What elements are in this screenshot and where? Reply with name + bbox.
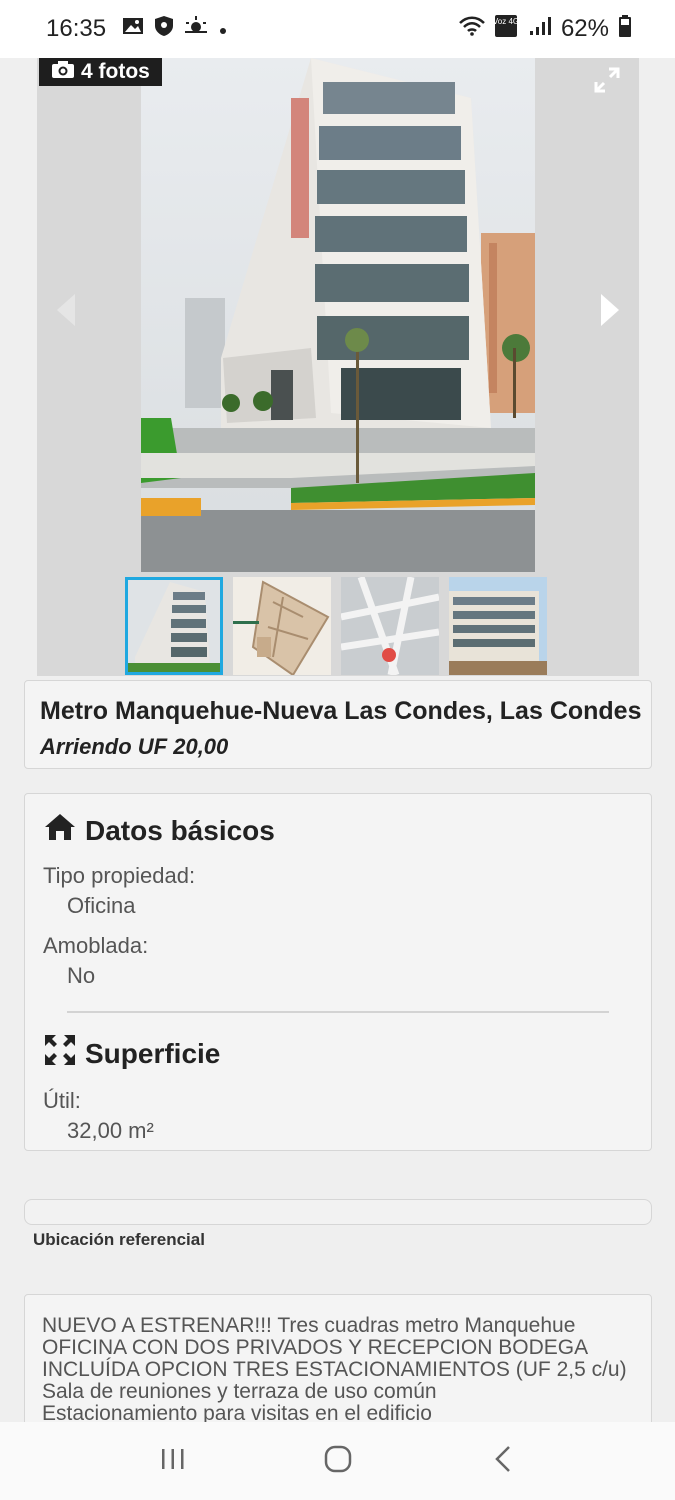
photo-count-badge: 4 fotos xyxy=(39,58,162,86)
camera-icon xyxy=(51,60,75,85)
weather-icon xyxy=(184,15,208,43)
expand-arrows-icon xyxy=(43,1033,77,1074)
thumbnail-map[interactable] xyxy=(341,577,439,675)
notification-dot-icon xyxy=(218,15,228,43)
property-type-label: Tipo propiedad: xyxy=(43,863,196,888)
system-navigation-bar xyxy=(0,1422,675,1500)
recent-apps-icon xyxy=(160,1447,186,1476)
back-button[interactable] xyxy=(473,1431,533,1491)
location-label: Ubicación referencial xyxy=(33,1230,205,1249)
recent-apps-button[interactable] xyxy=(143,1431,203,1491)
useful-area-label: Útil: xyxy=(43,1088,81,1113)
home-circle-icon xyxy=(323,1444,353,1479)
back-chevron-icon xyxy=(493,1444,513,1479)
surface-heading: Superficie xyxy=(43,1033,633,1074)
wifi-icon xyxy=(459,15,485,43)
property-details-card: Datos básicos Tipo propiedad: Oficina Am… xyxy=(24,793,652,1151)
basic-data-heading: Datos básicos xyxy=(43,812,633,849)
description-line: NUEVO A ESTRENAR!!! Tres cuadras metro M… xyxy=(42,1314,576,1337)
section-divider xyxy=(67,1011,609,1013)
home-button[interactable] xyxy=(308,1431,368,1491)
description-line: INCLUÍDA OPCION TRES ESTACIONAMIENTOS (U… xyxy=(42,1358,627,1381)
useful-area-value: 32,00 m² xyxy=(67,1118,154,1143)
battery-icon xyxy=(619,14,631,44)
listing-title: Metro Manquehue-Nueva Las Condes, Las Co… xyxy=(40,697,642,725)
description-line: Sala de reuniones y terraza de uso común xyxy=(42,1380,437,1403)
furnished-value: No xyxy=(67,963,96,988)
thumbnail-building[interactable] xyxy=(125,577,223,675)
shield-icon xyxy=(154,15,174,44)
fullscreen-expand-icon[interactable] xyxy=(593,66,621,94)
thumbnail-strip xyxy=(125,577,547,675)
photo-count-label: 4 fotos xyxy=(81,60,150,83)
thumbnail-facade[interactable] xyxy=(449,577,547,675)
listing-title-card: Metro Manquehue-Nueva Las Condes, Las Co… xyxy=(24,680,652,769)
property-type-value: Oficina xyxy=(67,893,136,918)
status-bar: 16:35 Voz 4G 62% xyxy=(0,0,675,58)
battery-percent: 62% xyxy=(560,15,609,42)
listing-price: Arriendo UF 20,00 xyxy=(40,734,229,759)
gallery-icon xyxy=(122,15,144,43)
description-line: OFICINA CON DOS PRIVADOS Y RECEPCION BOD… xyxy=(42,1336,589,1359)
clock: 16:35 xyxy=(46,15,107,42)
home-icon xyxy=(43,812,77,849)
next-photo-arrow-icon[interactable] xyxy=(595,290,625,330)
network-type-icon: Voz 4G xyxy=(493,14,519,44)
photo-gallery[interactable]: 4 fotos xyxy=(37,58,639,676)
svg-text:Voz 4G: Voz 4G xyxy=(495,17,519,26)
furnished-label: Amoblada: xyxy=(43,933,149,958)
location-map-container[interactable] xyxy=(24,1199,652,1225)
main-photo[interactable] xyxy=(141,58,535,572)
thumbnail-floorplan[interactable] xyxy=(233,577,331,675)
signal-icon xyxy=(529,15,551,43)
previous-photo-arrow-icon[interactable] xyxy=(51,290,81,330)
